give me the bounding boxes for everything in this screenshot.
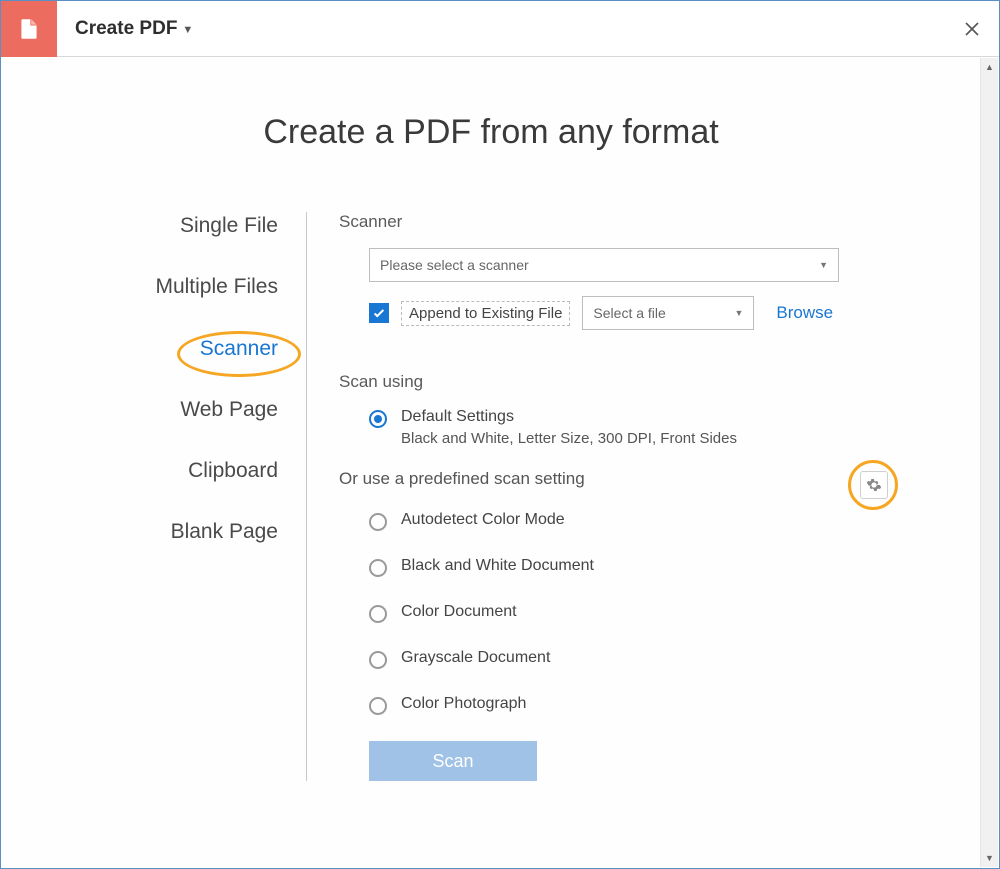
sidebar-item-single-file[interactable]: Single File	[117, 212, 278, 239]
default-settings-label: Default Settings	[401, 408, 737, 426]
chevron-down-icon: ▼	[182, 24, 193, 36]
bw-doc-label: Black and White Document	[401, 557, 594, 575]
bw-doc-radio[interactable]	[369, 559, 387, 577]
grayscale-doc-radio[interactable]	[369, 651, 387, 669]
sidebar-item-multiple-files[interactable]: Multiple Files	[117, 273, 278, 300]
sidebar-item-clipboard[interactable]: Clipboard	[117, 457, 278, 484]
vertical-scrollbar[interactable]: ▲ ▼	[980, 58, 998, 867]
app-icon	[1, 1, 57, 57]
grayscale-doc-label: Grayscale Document	[401, 649, 550, 667]
header: Create PDF ▼	[1, 1, 999, 57]
settings-gear-button[interactable]	[860, 471, 888, 499]
browse-link[interactable]: Browse	[776, 303, 833, 323]
source-sidebar: Single File Multiple Files Scanner Web P…	[117, 212, 307, 781]
scan-using-label: Scan using	[339, 372, 900, 392]
scroll-down-icon[interactable]: ▼	[981, 849, 998, 867]
scanner-section-label: Scanner	[339, 212, 900, 232]
predefined-list: Autodetect Color Mode Black and White Do…	[339, 511, 900, 715]
chevron-down-icon: ▼	[819, 260, 828, 270]
header-title: Create PDF	[75, 18, 177, 40]
sidebar-item-blank-page[interactable]: Blank Page	[117, 518, 278, 545]
color-doc-radio[interactable]	[369, 605, 387, 623]
scanner-select[interactable]: Please select a scanner ▼	[369, 248, 839, 282]
scroll-up-icon[interactable]: ▲	[981, 58, 998, 76]
sidebar-item-web-page[interactable]: Web Page	[117, 396, 278, 423]
scanner-select-text: Please select a scanner	[380, 257, 529, 273]
predefined-label: Or use a predefined scan setting	[339, 469, 900, 489]
append-checkbox[interactable]	[369, 303, 389, 323]
gear-wrap	[860, 471, 888, 499]
autodetect-label: Autodetect Color Mode	[401, 511, 565, 529]
chevron-down-icon: ▼	[735, 308, 744, 318]
autodetect-radio[interactable]	[369, 513, 387, 531]
close-button[interactable]	[963, 1, 981, 57]
header-title-dropdown[interactable]: Create PDF ▼	[57, 18, 193, 40]
sidebar-item-scanner[interactable]: Scanner	[117, 335, 278, 362]
color-doc-label: Color Document	[401, 603, 517, 621]
scan-button[interactable]: Scan	[369, 741, 537, 781]
color-photo-label: Color Photograph	[401, 695, 526, 713]
color-photo-radio[interactable]	[369, 697, 387, 715]
append-label: Append to Existing File	[401, 301, 570, 326]
default-settings-sub: Black and White, Letter Size, 300 DPI, F…	[401, 430, 737, 447]
default-settings-radio[interactable]	[369, 410, 387, 428]
file-select[interactable]: Select a file ▼	[582, 296, 754, 330]
page-title: Create a PDF from any format	[2, 113, 980, 152]
file-select-text: Select a file	[593, 305, 665, 321]
content-area: Create a PDF from any format Single File…	[2, 58, 980, 867]
